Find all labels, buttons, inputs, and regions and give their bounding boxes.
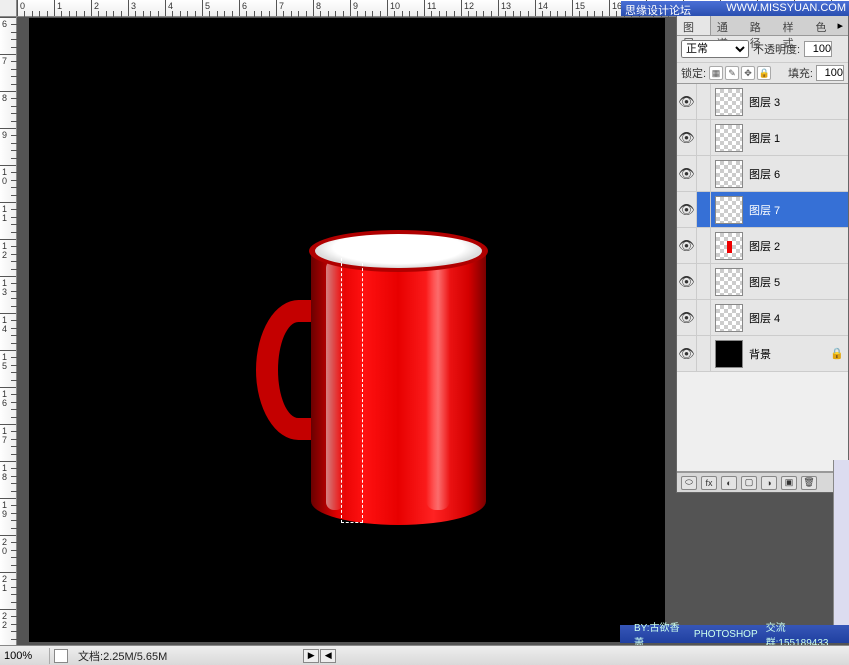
selection-marquee [341, 253, 363, 523]
visibility-eye-icon[interactable]: 👁 [677, 192, 697, 227]
layer-style-icon[interactable]: fx [701, 476, 717, 490]
panel-menu-icon[interactable]: ▸ [832, 16, 848, 35]
layer-row[interactable]: 👁 图层 4 [677, 300, 848, 336]
layer-row[interactable]: 👁 图层 3 [677, 84, 848, 120]
link-column[interactable] [697, 300, 711, 335]
status-icon[interactable] [54, 649, 68, 663]
play-button[interactable]: ▶ [303, 649, 319, 663]
blend-mode-select[interactable]: 正常 [681, 40, 749, 58]
link-column[interactable] [697, 156, 711, 191]
link-layers-icon[interactable]: ⬭ [681, 476, 697, 490]
new-group-icon[interactable]: ▢ [741, 476, 757, 490]
layer-name[interactable]: 背景 [747, 346, 830, 362]
tab-colors[interactable]: 色 [809, 16, 832, 35]
mug-artwork [256, 230, 486, 540]
link-column[interactable] [697, 228, 711, 263]
layers-panel[interactable]: 思缘设计论坛 WWW.MISSYUAN.COM 图层 通道 路径 样式 色 ▸ … [676, 15, 849, 493]
lock-paint-icon[interactable]: ✎ [725, 66, 739, 80]
layer-name[interactable]: 图层 6 [747, 166, 848, 182]
layer-list: 👁 图层 3 👁 图层 1 👁 图层 6 👁 图层 7 👁 图层 2 👁 图层 5 👁 图层 4 👁 背景🔒 [677, 84, 848, 372]
adjustment-layer-icon[interactable]: ◑ [761, 476, 777, 490]
layer-name[interactable]: 图层 2 [747, 238, 848, 254]
layer-name[interactable]: 图层 4 [747, 310, 848, 326]
panel-tabs: 图层 通道 路径 样式 色 ▸ [677, 16, 848, 36]
layer-name[interactable]: 图层 7 [747, 202, 848, 218]
status-controls: ▶ ◀ [303, 649, 337, 663]
layer-thumbnail[interactable] [715, 268, 743, 296]
ruler-corner [0, 0, 17, 17]
opacity-label: 不透明度: [753, 41, 800, 57]
tab-styles[interactable]: 样式 [777, 16, 810, 35]
document[interactable] [29, 18, 665, 642]
layer-name[interactable]: 图层 3 [747, 94, 848, 110]
lock-icon: 🔒 [830, 347, 844, 360]
layer-mask-icon[interactable]: ◐ [721, 476, 737, 490]
tab-channels[interactable]: 通道 [711, 16, 744, 35]
lock-transparency-icon[interactable]: ▦ [709, 66, 723, 80]
layer-thumbnail[interactable] [715, 340, 743, 368]
watermark-app: PHOTOSHOP [694, 629, 758, 640]
tab-layers[interactable]: 图层 [677, 16, 711, 35]
opacity-input[interactable] [804, 41, 832, 57]
lock-position-icon[interactable]: ✥ [741, 66, 755, 80]
visibility-eye-icon[interactable]: 👁 [677, 300, 697, 335]
layer-thumbnail[interactable] [715, 196, 743, 224]
link-column[interactable] [697, 336, 711, 371]
layer-thumbnail[interactable] [715, 232, 743, 260]
visibility-eye-icon[interactable]: 👁 [677, 156, 697, 191]
layer-name[interactable]: 图层 5 [747, 274, 848, 290]
layer-thumbnail[interactable] [715, 304, 743, 332]
layer-row[interactable]: 👁 图层 5 [677, 264, 848, 300]
visibility-eye-icon[interactable]: 👁 [677, 336, 697, 371]
link-column[interactable] [697, 192, 711, 227]
visibility-eye-icon[interactable]: 👁 [677, 264, 697, 299]
layer-row[interactable]: 👁 背景🔒 [677, 336, 848, 372]
new-layer-icon[interactable]: ▣ [781, 476, 797, 490]
watermark-bar: BY:古欲香萧 PHOTOSHOP 交流群:155189433 [620, 625, 849, 643]
visibility-eye-icon[interactable]: 👁 [677, 120, 697, 155]
lock-row: 锁定: ▦ ✎ ✥ 🔒 填充: [677, 63, 848, 84]
link-column[interactable] [697, 84, 711, 119]
layer-thumbnail[interactable] [715, 88, 743, 116]
layer-thumbnail[interactable] [715, 124, 743, 152]
status-bar: 100% 文档:2.25M/5.65M ▶ ◀ [0, 645, 849, 665]
delete-layer-icon[interactable]: 🗑 [801, 476, 817, 490]
link-column[interactable] [697, 264, 711, 299]
fill-label: 填充: [788, 65, 813, 81]
lock-label: 锁定: [681, 65, 706, 81]
link-column[interactable] [697, 120, 711, 155]
document-info[interactable]: 文档:2.25M/5.65M [72, 648, 173, 664]
layer-list-empty [677, 372, 848, 472]
titlebar-left: 思缘设计论坛 [625, 2, 691, 15]
right-scrollbar[interactable] [833, 460, 849, 625]
visibility-eye-icon[interactable]: 👁 [677, 84, 697, 119]
layers-panel-footer: ⬭ fx ◐ ▢ ◑ ▣ 🗑 [677, 472, 848, 492]
visibility-eye-icon[interactable]: 👁 [677, 228, 697, 263]
lock-all-icon[interactable]: 🔒 [757, 66, 771, 80]
blend-row: 正常 不透明度: [677, 36, 848, 63]
layer-row[interactable]: 👁 图层 7 [677, 192, 848, 228]
vertical-ruler: 67891 01 11 21 31 41 51 61 71 81 92 02 1… [0, 17, 17, 645]
tab-paths[interactable]: 路径 [744, 16, 777, 35]
titlebar-right: WWW.MISSYUAN.COM [726, 2, 846, 15]
panel-titlebar[interactable]: 思缘设计论坛 WWW.MISSYUAN.COM [621, 1, 849, 16]
layer-thumbnail[interactable] [715, 160, 743, 188]
lock-icons: ▦ ✎ ✥ 🔒 [709, 66, 771, 80]
zoom-level[interactable]: 100% [0, 648, 50, 664]
layer-name[interactable]: 图层 1 [747, 130, 848, 146]
prev-button[interactable]: ◀ [320, 649, 336, 663]
layer-row[interactable]: 👁 图层 2 [677, 228, 848, 264]
layer-row[interactable]: 👁 图层 6 [677, 156, 848, 192]
layer-row[interactable]: 👁 图层 1 [677, 120, 848, 156]
fill-input[interactable] [816, 65, 844, 81]
